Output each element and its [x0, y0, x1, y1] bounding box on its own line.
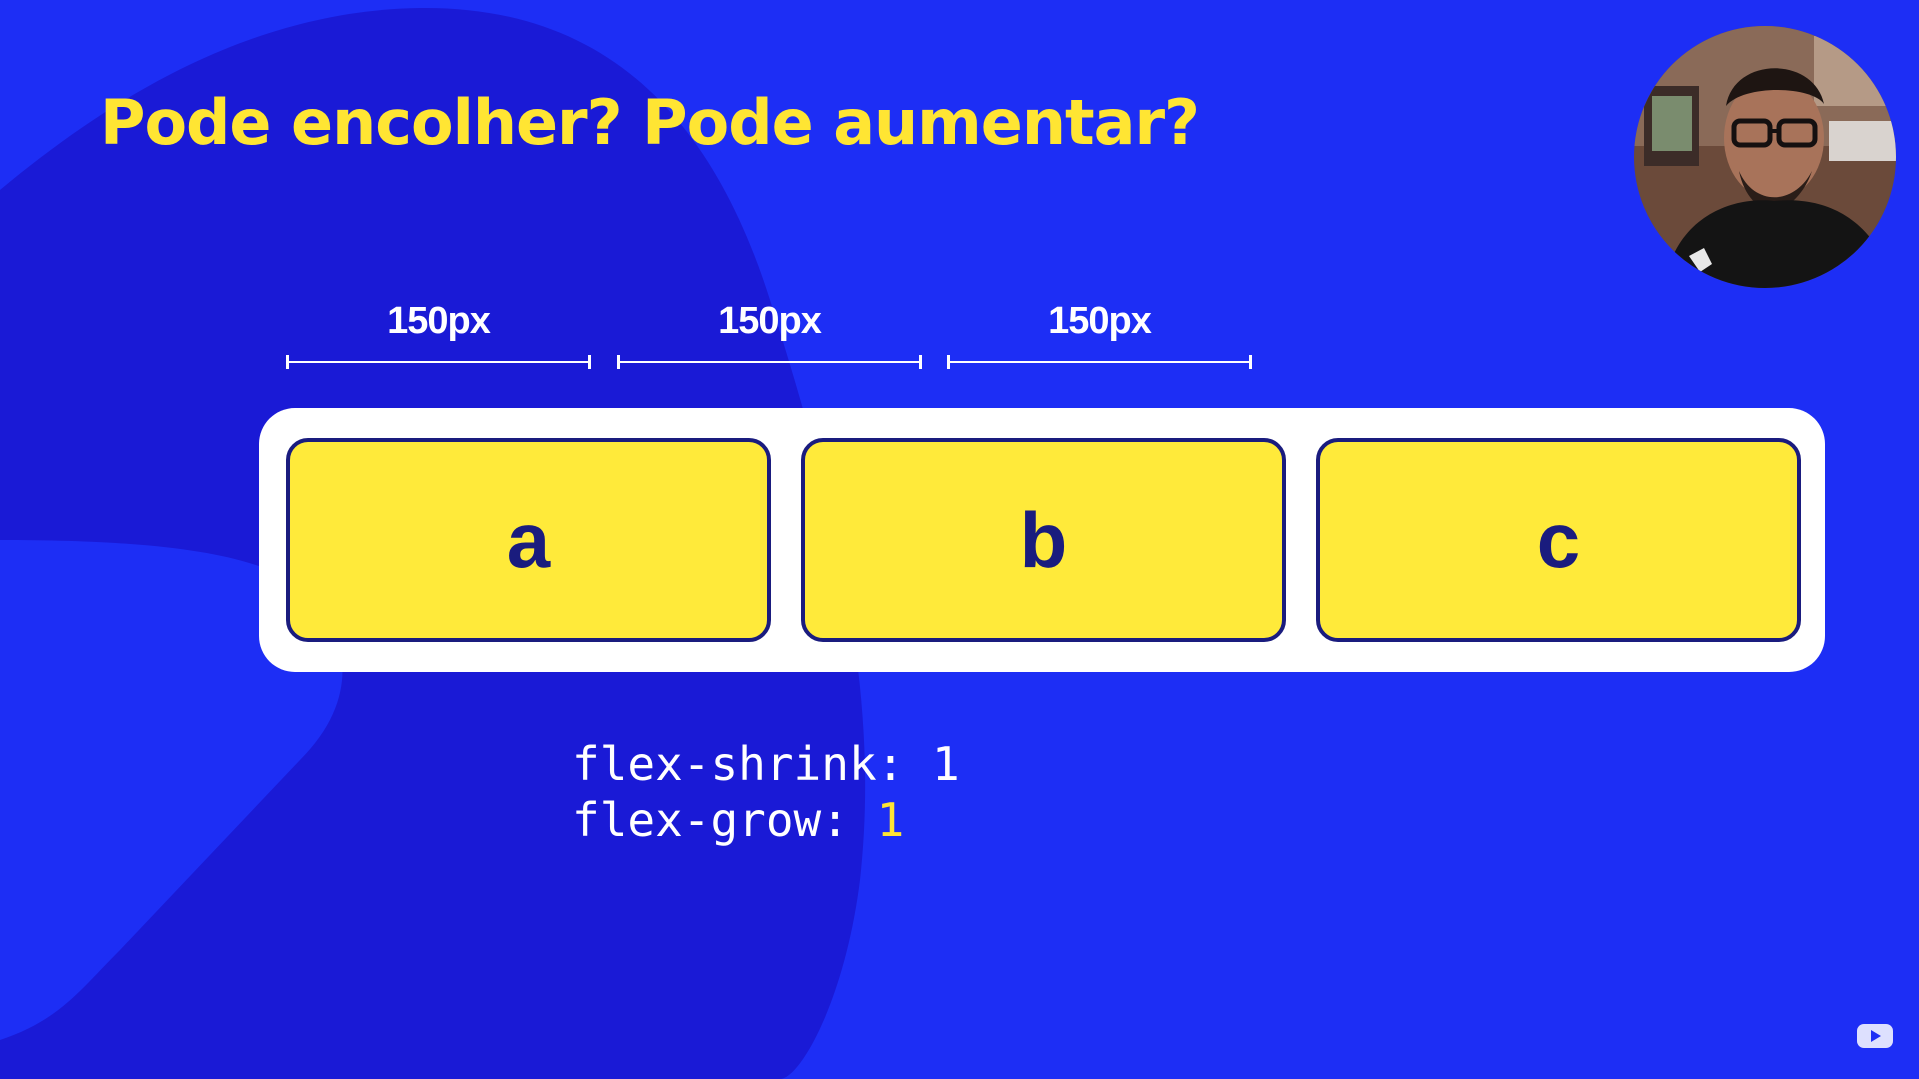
- flex-container: a b c: [259, 408, 1825, 672]
- code-flex-grow-property: flex-grow:: [572, 793, 877, 847]
- width-dimension-line-a: [286, 355, 591, 369]
- width-dimension-line-b: [617, 355, 922, 369]
- code-flex-grow-value: 1: [876, 793, 905, 847]
- flex-item-a: a: [286, 438, 771, 642]
- width-label-a: 150px: [387, 300, 491, 342]
- channel-logo-icon: [1856, 1021, 1894, 1051]
- slide-title: Pode encolher? Pode aumentar?: [100, 86, 1200, 159]
- code-flex-shrink-property: flex-shrink:: [572, 737, 933, 791]
- width-label-c: 150px: [1048, 300, 1152, 342]
- flex-item-b: b: [801, 438, 1286, 642]
- width-label-b: 150px: [718, 300, 822, 342]
- code-flex-shrink-value: 1: [932, 737, 960, 791]
- width-dimension-line-c: [947, 355, 1252, 369]
- code-snippet: flex-shrink: 1 flex-grow: 1: [572, 736, 960, 848]
- flex-item-c: c: [1316, 438, 1801, 642]
- presenter-webcam: [1634, 26, 1896, 288]
